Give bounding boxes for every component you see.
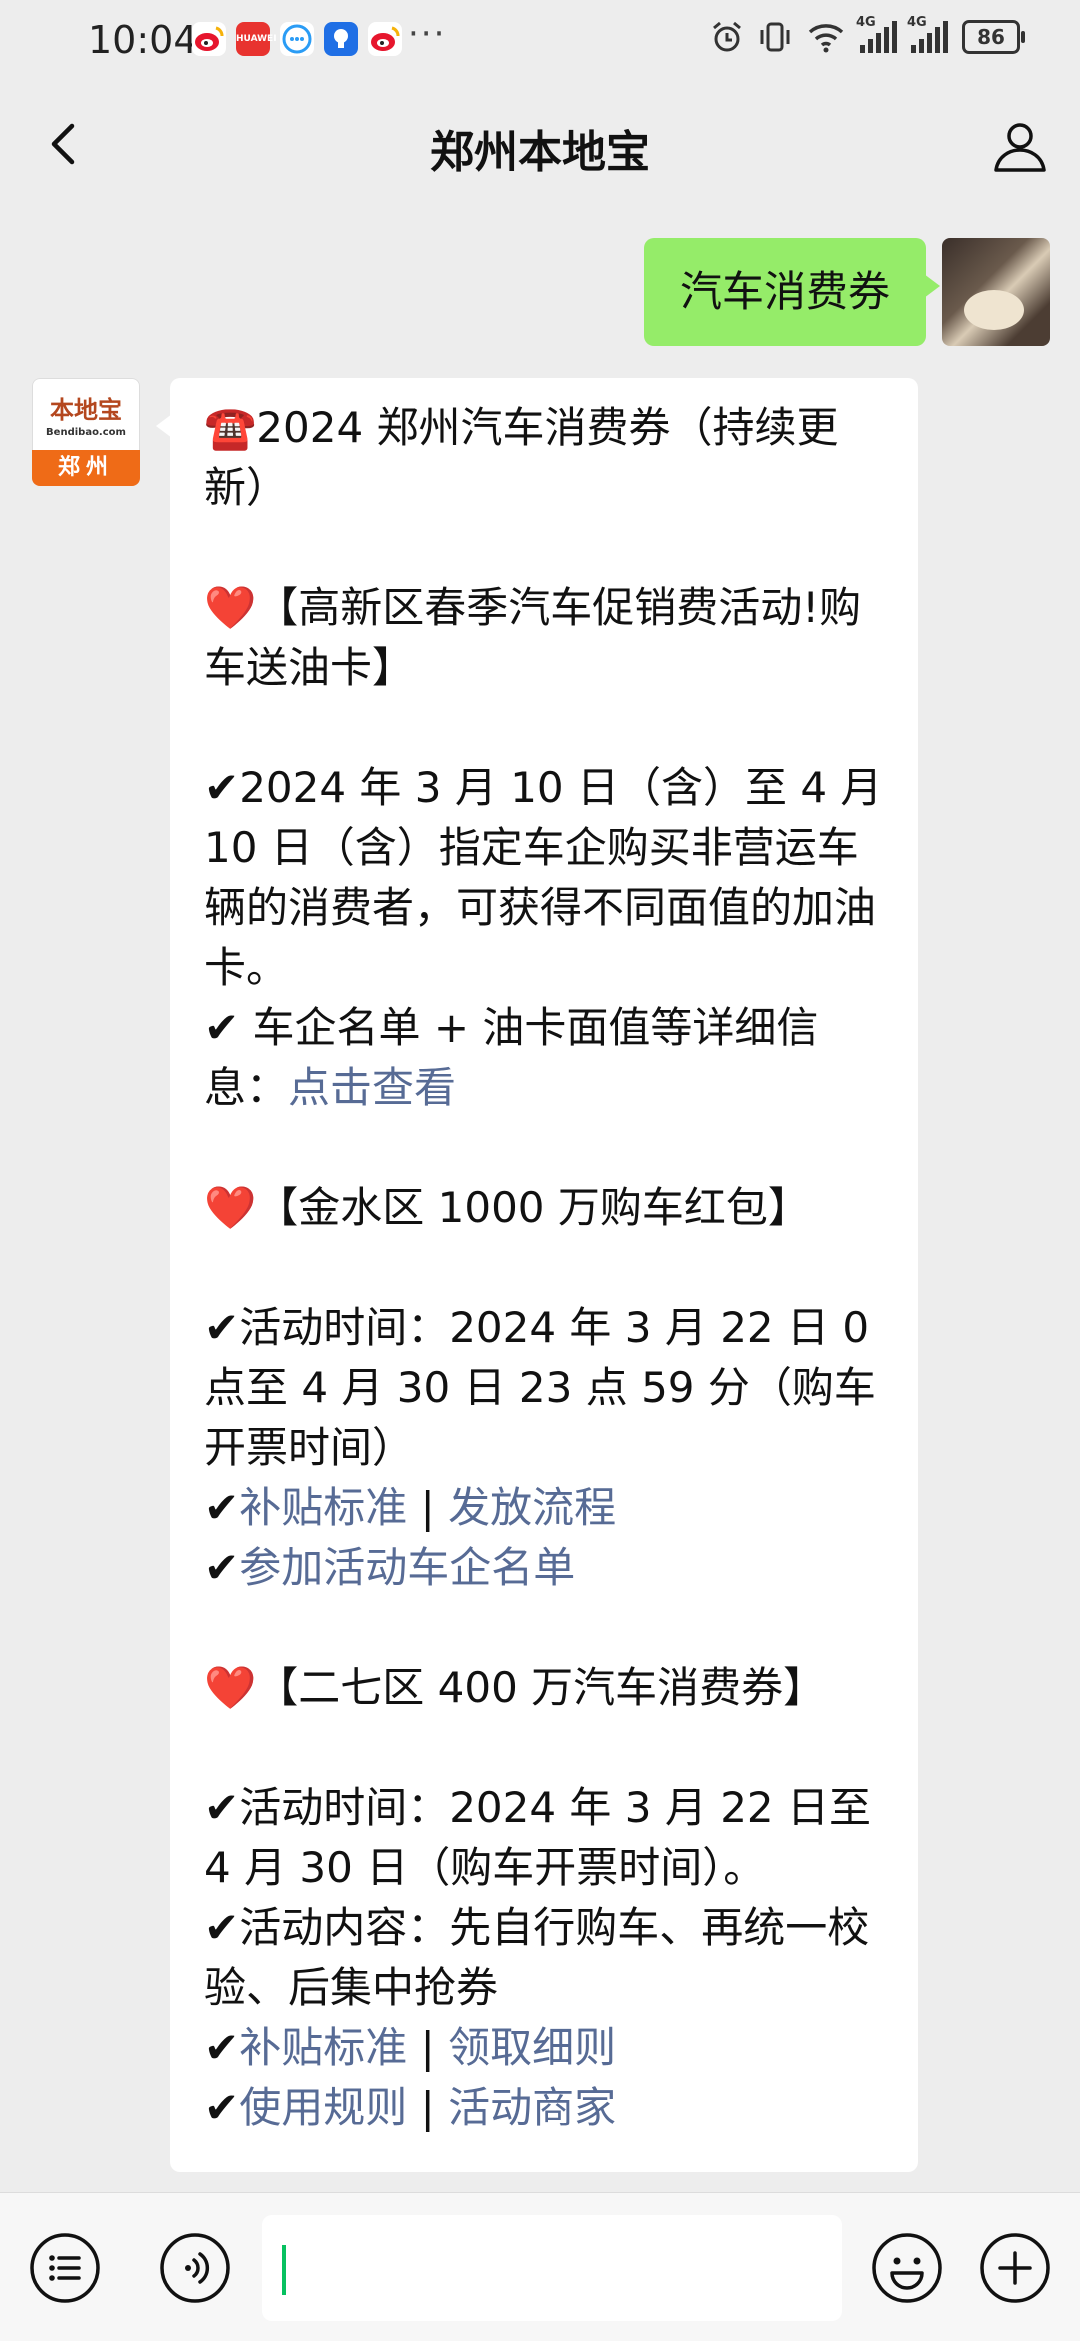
participating-merchants-link[interactable]: 活动商家 [448,2083,616,2132]
section-heading: ❤️【高新区春季汽车促销费活动!购车送油卡】 [204,583,862,692]
vibrate-icon [760,22,790,52]
my-avatar[interactable] [942,238,1050,346]
status-bar: 10:04 HUAWEI ··· 4G 4G 86 [0,0,1080,84]
wifi-icon [808,24,844,53]
input-bar [0,2192,1080,2341]
signal-2-icon: 4G [907,15,948,53]
section-heading: ❤️【二七区 400 万汽车消费券】 [204,1663,826,1712]
voice-button[interactable] [158,2231,232,2305]
page-title: 郑州本地宝 [430,127,650,178]
message-input[interactable] [262,2215,842,2321]
notification-icons: HUAWEI [192,22,402,56]
weibo-icon [368,22,402,56]
link-line: ✔使用规则 | 活动商家 [204,2083,617,2132]
section-text-with-link: ✔ 车企名单 + 油卡面值等详细信息：点击查看 [204,1003,819,1112]
avatar-city-label: 郑州 [32,450,140,486]
bulb-app-icon [324,22,358,56]
alarm-icon [713,21,741,52]
reply-title: ☎️2024 郑州汽车消费券（持续更新） [204,403,839,512]
incoming-message-row: 本地宝 Bendibao.com 郑州 ☎️2024 郑州汽车消费券（持续更新）… [32,378,918,2172]
person-icon [994,123,1046,172]
subsidy-standard-link[interactable]: 补贴标准 [239,1483,407,1532]
section-text: ✔活动时间：2024 年 3 月 22 日至 4 月 30 日（购车开票时间）。 [204,1783,885,1892]
bendibao-logo: 本地宝 Bendibao.com [46,395,126,438]
system-icons: 4G 4G 86 [710,15,1025,54]
chat-header: 郑州本地宝 [0,84,1080,212]
plus-icon [980,2233,1050,2303]
more-notifications-icon: ··· [408,14,447,54]
emoji-button[interactable] [870,2231,944,2305]
section-text: ✔2024 年 3 月 10 日（含）至 4 月 10 日（含）指定车企购买非营… [204,763,896,992]
section-heading: ❤️【金水区 1000 万购车红包】 [204,1183,810,1232]
link-line: ✔补贴标准 | 发放流程 [204,1483,617,1532]
huawei-app-icon: HUAWEI [236,22,277,56]
distribution-process-link[interactable]: 发放流程 [448,1483,616,1532]
claim-rules-link[interactable]: 领取细则 [448,2023,616,2072]
bot-avatar[interactable]: 本地宝 Bendibao.com 郑州 [32,378,140,486]
text-caret [282,2245,286,2295]
chat-app-icon [280,22,314,56]
link-line: ✔补贴标准 | 领取细则 [204,2023,617,2072]
voice-icon [160,2233,230,2303]
usage-rules-link[interactable]: 使用规则 [239,2083,407,2132]
participating-dealers-link[interactable]: 参加活动车企名单 [239,1543,575,1592]
battery-icon: 86 [962,20,1025,54]
view-details-link[interactable]: 点击查看 [288,1063,456,1112]
chat-area[interactable]: 汽车消费券 本地宝 Bendibao.com 郑州 ☎️2024 郑州汽车消费券… [0,212,1080,2192]
signal-1-icon: 4G [856,15,897,53]
weibo-icon [192,22,226,56]
incoming-message-bubble[interactable]: ☎️2024 郑州汽车消费券（持续更新） ❤️【高新区春季汽车促销费活动!购车送… [156,378,918,2172]
outgoing-message-row: 汽车消费券 [643,238,1050,346]
add-button[interactable] [978,2231,1052,2305]
status-time: 10:04 [88,18,198,62]
section-text: ✔活动内容：先自行购车、再统一校验、后集中抢券 [204,1903,870,2012]
menu-button[interactable] [28,2231,102,2305]
section-text: ✔活动时间：2024 年 3 月 22 日 0 点至 4 月 30 日 23 点… [204,1303,883,1472]
list-menu-icon [30,2233,100,2303]
link-line: ✔参加活动车企名单 [204,1543,576,1592]
emoji-icon [872,2233,942,2303]
subsidy-standard-link[interactable]: 补贴标准 [239,2023,407,2072]
profile-button[interactable] [988,114,1052,178]
outgoing-message-bubble[interactable]: 汽车消费券 [643,238,941,346]
